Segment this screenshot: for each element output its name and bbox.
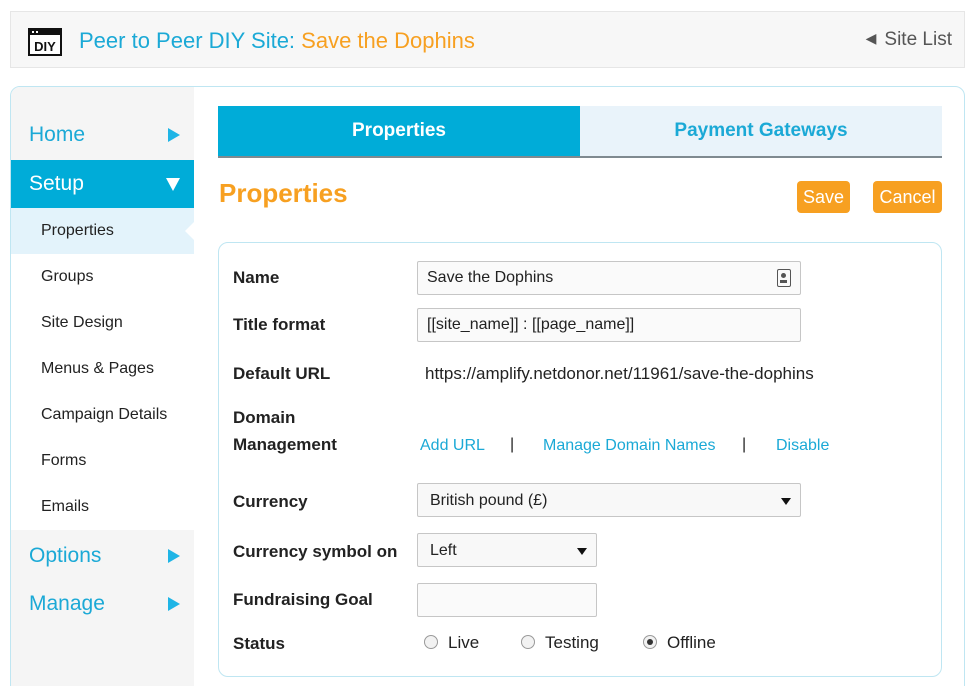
tab-payment-gateways[interactable]: Payment Gateways: [580, 106, 942, 156]
name-input[interactable]: Save the Dophins: [417, 261, 801, 295]
sidebar-item-label: Home: [29, 123, 86, 146]
currency-symbol-label: Currency symbol on: [233, 542, 398, 561]
currency-select[interactable]: British pound (£): [417, 483, 801, 517]
contact-card-icon[interactable]: [777, 269, 791, 287]
name-input-value: Save the Dophins: [427, 269, 554, 286]
save-button[interactable]: Save: [797, 181, 850, 213]
currency-symbol-select[interactable]: Left: [417, 533, 597, 567]
site-list-link[interactable]: ◀ Site List: [866, 29, 952, 51]
status-label: Status: [233, 634, 285, 653]
tab-properties[interactable]: Properties: [218, 106, 580, 156]
link-separator: |: [742, 436, 747, 453]
sidebar-subitem-menus-pages[interactable]: Menus & Pages: [11, 346, 194, 392]
site-title: Peer to Peer DIY Site: Save the Dophins: [79, 28, 475, 54]
cancel-button[interactable]: Cancel: [873, 181, 942, 213]
sidebar-item-setup[interactable]: Setup: [11, 160, 194, 208]
title-format-input[interactable]: [[site_name]] : [[page_name]]: [417, 308, 801, 342]
status-radio-testing[interactable]: Testing: [521, 633, 599, 653]
tab-bar: Properties Payment Gateways: [218, 106, 942, 158]
domain-management-label-line1: Domain: [233, 408, 296, 427]
fundraising-goal-label: Fundraising Goal: [233, 590, 373, 609]
status-option-label: Testing: [545, 633, 599, 652]
currency-select-value: British pound (£): [430, 492, 548, 509]
sidebar-subitem-label: Groups: [41, 268, 94, 285]
title-format-label: Title format: [233, 315, 326, 334]
domain-management-label-line2: Management: [233, 435, 337, 454]
sidebar-subitem-label: Emails: [41, 498, 90, 515]
page-title: Properties: [219, 178, 348, 208]
fundraising-goal-input[interactable]: [417, 583, 597, 617]
radio-icon: [424, 635, 438, 649]
sidebar-subitem-label: Forms: [41, 452, 87, 469]
sidebar-subitem-label: Site Design: [41, 314, 123, 331]
expand-arrow-icon: [168, 549, 180, 563]
sidebar-item-label: Options: [29, 544, 102, 567]
expand-arrow-icon: [168, 597, 180, 611]
default-url-label: Default URL: [233, 364, 331, 383]
site-name: Save the Dophins: [301, 28, 475, 53]
top-bar: DIY Peer to Peer DIY Site: Save the Doph…: [10, 11, 965, 68]
currency-symbol-value: Left: [430, 542, 457, 559]
radio-selected-icon: [643, 635, 657, 649]
sidebar-item-home[interactable]: Home: [11, 111, 194, 159]
main-panel: Home Setup Properties Groups Site Design…: [10, 86, 965, 686]
chevron-down-icon: [577, 548, 587, 555]
sidebar-subitem-forms[interactable]: Forms: [11, 438, 194, 484]
title-format-value: [[site_name]] : [[page_name]]: [427, 316, 635, 333]
sidebar-subitem-label: Menus & Pages: [41, 360, 154, 377]
sidebar: Home Setup Properties Groups Site Design…: [11, 87, 195, 686]
svg-text:DIY: DIY: [34, 39, 56, 54]
sidebar-item-options[interactable]: Options: [11, 532, 194, 580]
sidebar-subitem-campaign-details[interactable]: Campaign Details: [11, 392, 194, 438]
sidebar-subitem-groups[interactable]: Groups: [11, 254, 194, 300]
disable-link[interactable]: Disable: [776, 437, 829, 455]
back-arrow-icon: ◀: [865, 30, 877, 46]
currency-label: Currency: [233, 492, 308, 511]
expand-arrow-icon: [168, 128, 180, 142]
status-radio-offline[interactable]: Offline: [643, 633, 716, 653]
sidebar-subitem-site-design[interactable]: Site Design: [11, 300, 194, 346]
link-separator: |: [510, 436, 515, 453]
status-radio-live[interactable]: Live: [424, 633, 479, 653]
sidebar-subitem-label: Properties: [41, 222, 114, 239]
status-option-label: Live: [448, 633, 480, 652]
sidebar-subitem-emails[interactable]: Emails: [11, 484, 194, 530]
name-label: Name: [233, 268, 280, 287]
diy-logo-icon: DIY: [28, 28, 62, 56]
sidebar-subitem-label: Campaign Details: [41, 406, 168, 423]
radio-icon: [521, 635, 535, 649]
sidebar-subitem-properties[interactable]: Properties: [11, 208, 195, 254]
collapse-arrow-icon: [166, 178, 180, 191]
sidebar-item-manage[interactable]: Manage: [11, 580, 194, 628]
sidebar-item-label: Setup: [29, 172, 84, 195]
chevron-down-icon: [781, 498, 791, 505]
status-option-label: Offline: [667, 633, 716, 652]
default-url-value: https://amplify.netdonor.net/11961/save-…: [425, 364, 814, 383]
site-title-prefix: Peer to Peer DIY Site:: [79, 28, 302, 53]
properties-form: Name Save the Dophins Title format [[sit…: [218, 242, 942, 677]
site-list-label: Site List: [884, 29, 952, 50]
manage-domain-names-link[interactable]: Manage Domain Names: [543, 437, 716, 455]
sidebar-item-label: Manage: [29, 592, 105, 615]
add-url-link[interactable]: Add URL: [420, 437, 485, 455]
